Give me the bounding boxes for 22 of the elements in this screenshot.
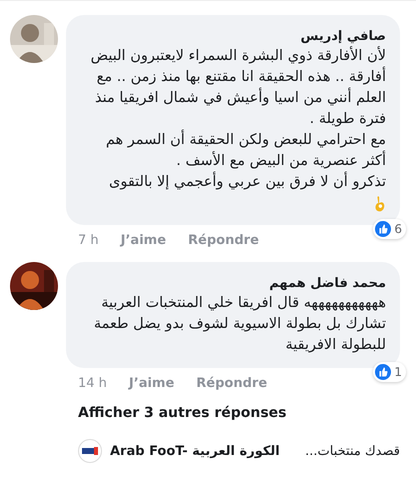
reply-link[interactable]: Répondre <box>188 233 259 248</box>
more-replies-link[interactable]: Afficher 3 autres réponses <box>78 405 286 421</box>
like-link[interactable]: J’aime <box>120 233 166 248</box>
reply-author[interactable]: Arab FooT- الكورة العربية <box>110 444 280 458</box>
author-name[interactable]: صافي إدريس <box>300 29 386 44</box>
reply-link[interactable]: Répondre <box>196 376 268 391</box>
comment-text: هههههههههههه قال افريقا خلي المنتخبات العربية تشارك بل بطولة الاسيوية لشوف بدو يضل طعمة للبطولة الافريقية <box>92 294 386 355</box>
comment-text: لأن الأفارقة ذوي البشرة السمراء لايعتبرون البيض أفارقة .. هذه الحقيقة انا مقتنع بها منذ زمن .. مع العلم أنني من اسيا وأعيش في شمال افريقيا منذ فترة طويلة . <box>90 46 386 129</box>
comment-text: مع احترامي للبعض ولكن الحقيقة أن السمر هم أكثر عنصرية من البيض مع الأسف . <box>84 130 386 172</box>
page-logo-icon <box>78 439 102 463</box>
like-link[interactable]: J’aime <box>128 376 174 391</box>
reaction-count: 6 <box>394 222 402 236</box>
timestamp: 7 h <box>78 233 99 248</box>
timestamp: 14 h <box>78 376 107 391</box>
reply-preview-text: قصدك منتخبات... <box>305 444 400 458</box>
comment-text: تذكرو أن لا فرق بين عربي وأعجمي إلا بالتقوى <box>84 172 386 193</box>
reaction-badge[interactable]: 6 <box>373 219 406 239</box>
thumbs-up-icon <box>375 221 392 237</box>
reaction-count: 1 <box>394 365 402 379</box>
reaction-badge[interactable]: 1 <box>373 362 406 382</box>
author-name[interactable]: محمد فاضل همهم <box>269 276 386 291</box>
thumbs-up-icon <box>375 364 392 380</box>
